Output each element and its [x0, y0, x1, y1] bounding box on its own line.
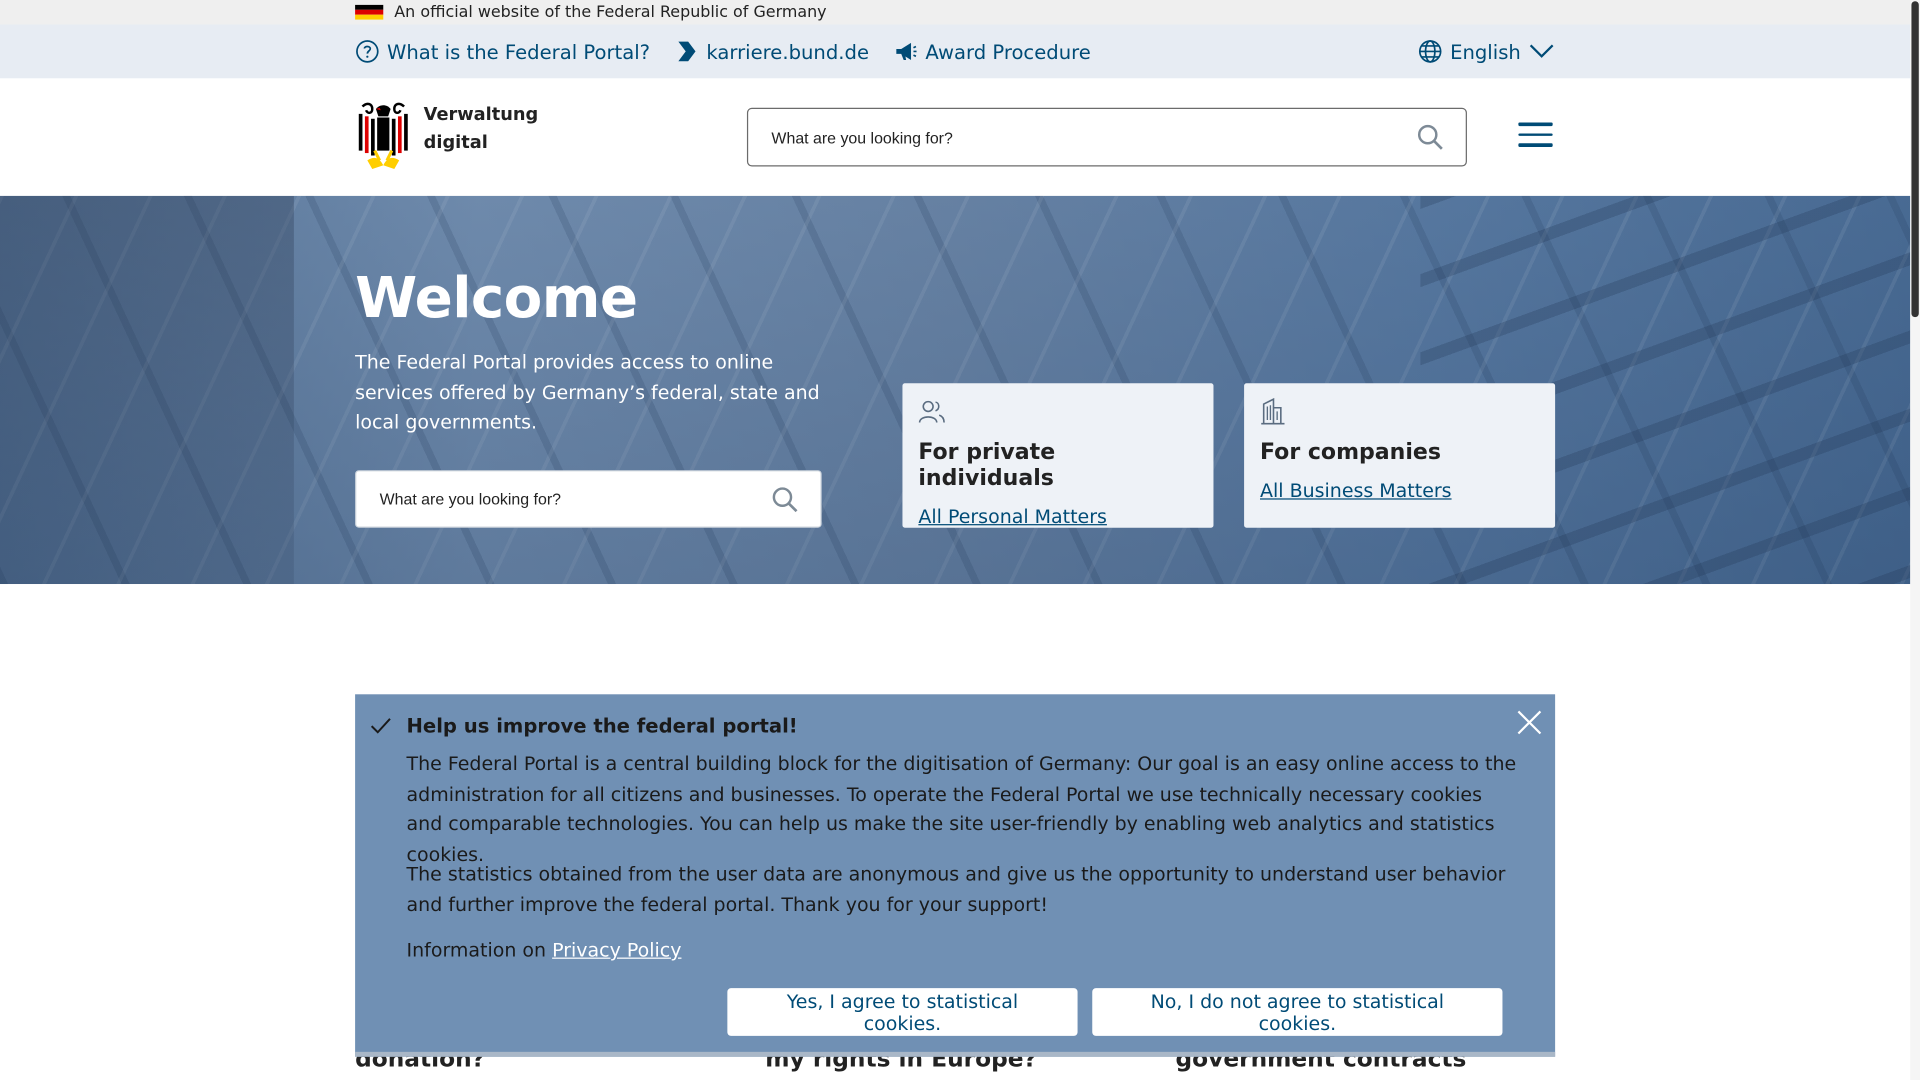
card-companies-title: For companies — [1260, 439, 1442, 466]
hero-title: Welcome — [355, 264, 638, 331]
award-procedure-label: Award Procedure — [925, 39, 1091, 64]
hero-section: Welcome The Federal Portal provides acce… — [0, 195, 1911, 585]
header-search-input[interactable] — [771, 127, 1417, 147]
language-selector[interactable]: English — [1418, 24, 1555, 78]
federal-eagle-icon — [358, 102, 408, 169]
cookie-heading: Help us improve the federal portal! — [406, 713, 798, 738]
building-icon — [1261, 397, 1285, 425]
cookie-info-prefix: Information on — [406, 939, 553, 962]
all-business-matters-link[interactable]: All Business Matters — [1260, 480, 1452, 502]
all-personal-matters-link[interactable]: All Personal Matters — [918, 506, 1107, 528]
accept-cookies-button[interactable]: Yes, I agree to statistical cookies. — [727, 988, 1078, 1036]
hero-search-input[interactable] — [379, 489, 772, 509]
header: Verwaltung digital — [0, 78, 1920, 196]
cookie-banner: Help us improve the federal portal! The … — [355, 694, 1556, 1057]
help-circle-icon — [356, 40, 379, 63]
card-private-title: For private individuals — [918, 439, 1056, 492]
verwaltung-digital-logo[interactable]: Verwaltung digital — [355, 102, 538, 173]
karriere-label: karriere.bund.de — [706, 39, 870, 64]
german-flag-icon — [355, 4, 384, 21]
page-scrollbar[interactable] — [1910, 0, 1920, 1080]
search-icon[interactable] — [1417, 124, 1444, 151]
karriere-link[interactable]: karriere.bund.de — [675, 39, 869, 63]
search-icon[interactable] — [771, 486, 798, 513]
karriere-icon — [678, 41, 696, 62]
close-icon[interactable] — [1516, 709, 1543, 736]
menu-hamburger-icon[interactable] — [1518, 122, 1553, 149]
card-private-individuals: For private individuals All Personal Mat… — [902, 383, 1214, 528]
cookie-paragraph-2: The statistics obtained from the user da… — [406, 863, 1506, 916]
people-icon — [918, 400, 945, 423]
cookie-info-line: Information on Privacy Policy — [407, 939, 682, 961]
language-label: English — [1450, 39, 1521, 64]
header-search-box — [746, 107, 1467, 167]
what-is-federal-portal-link[interactable]: What is the Federal Portal? — [355, 39, 650, 63]
decline-cookies-button[interactable]: No, I do not agree to statistical cookie… — [1092, 988, 1503, 1036]
privacy-policy-link[interactable]: Privacy Policy — [552, 939, 681, 961]
scrollbar-thumb[interactable] — [1911, 1, 1919, 318]
chevron-down-icon — [1529, 44, 1554, 58]
page: An official website of the Federal Repub… — [0, 0, 1920, 1080]
award-procedure-link[interactable]: Award Procedure — [894, 39, 1091, 63]
globe-icon — [1419, 40, 1442, 63]
official-bar: An official website of the Federal Repub… — [0, 0, 1920, 25]
official-text: An official website of the Federal Repub… — [394, 3, 827, 22]
logo-line-2: digital — [423, 133, 488, 154]
service-bar: What is the Federal Portal? karriere.bun… — [0, 24, 1920, 79]
hero-search-box — [355, 470, 822, 528]
card-companies: For companies All Business Matters — [1244, 383, 1556, 528]
what-is-federal-portal-label: What is the Federal Portal? — [386, 39, 651, 64]
logo-line-1: Verwaltung — [423, 105, 539, 125]
cookie-paragraph-1: The Federal Portal is a central building… — [406, 753, 1517, 866]
megaphone-icon — [895, 42, 917, 61]
check-icon — [370, 718, 391, 734]
hero-description: The Federal Portal provides access to on… — [355, 351, 820, 434]
